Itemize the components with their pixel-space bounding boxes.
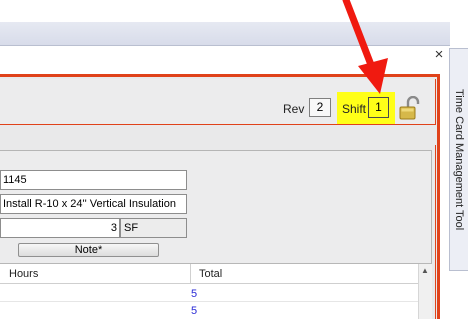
note-button[interactable]: Note*: [18, 243, 159, 257]
padlock-open-icon[interactable]: [398, 96, 422, 120]
scroll-up-icon[interactable]: ▲: [418, 264, 432, 278]
row-divider: [0, 301, 418, 302]
red-arrow-annotation: [342, 0, 388, 94]
rev-label: Rev: [283, 102, 305, 116]
column-header-total[interactable]: Total: [199, 268, 222, 280]
close-icon[interactable]: ×: [432, 47, 446, 62]
table-cell-total: 5: [191, 305, 198, 317]
column-separator: [190, 264, 191, 284]
side-tab-label: Time Card Management Tool: [453, 88, 465, 231]
table-cell-total: 5: [191, 288, 198, 300]
rev-field[interactable]: 2: [309, 98, 331, 117]
unit-field: SF: [120, 218, 187, 238]
description-field[interactable]: Install R-10 x 24'' Vertical Insulation: [0, 194, 187, 214]
quantity-field[interactable]: 3: [0, 218, 120, 238]
code-field[interactable]: 1145: [0, 170, 187, 190]
shift-label: Shift: [342, 102, 367, 116]
shift-field[interactable]: 1: [368, 97, 389, 118]
column-header-hours[interactable]: Hours: [9, 268, 38, 280]
